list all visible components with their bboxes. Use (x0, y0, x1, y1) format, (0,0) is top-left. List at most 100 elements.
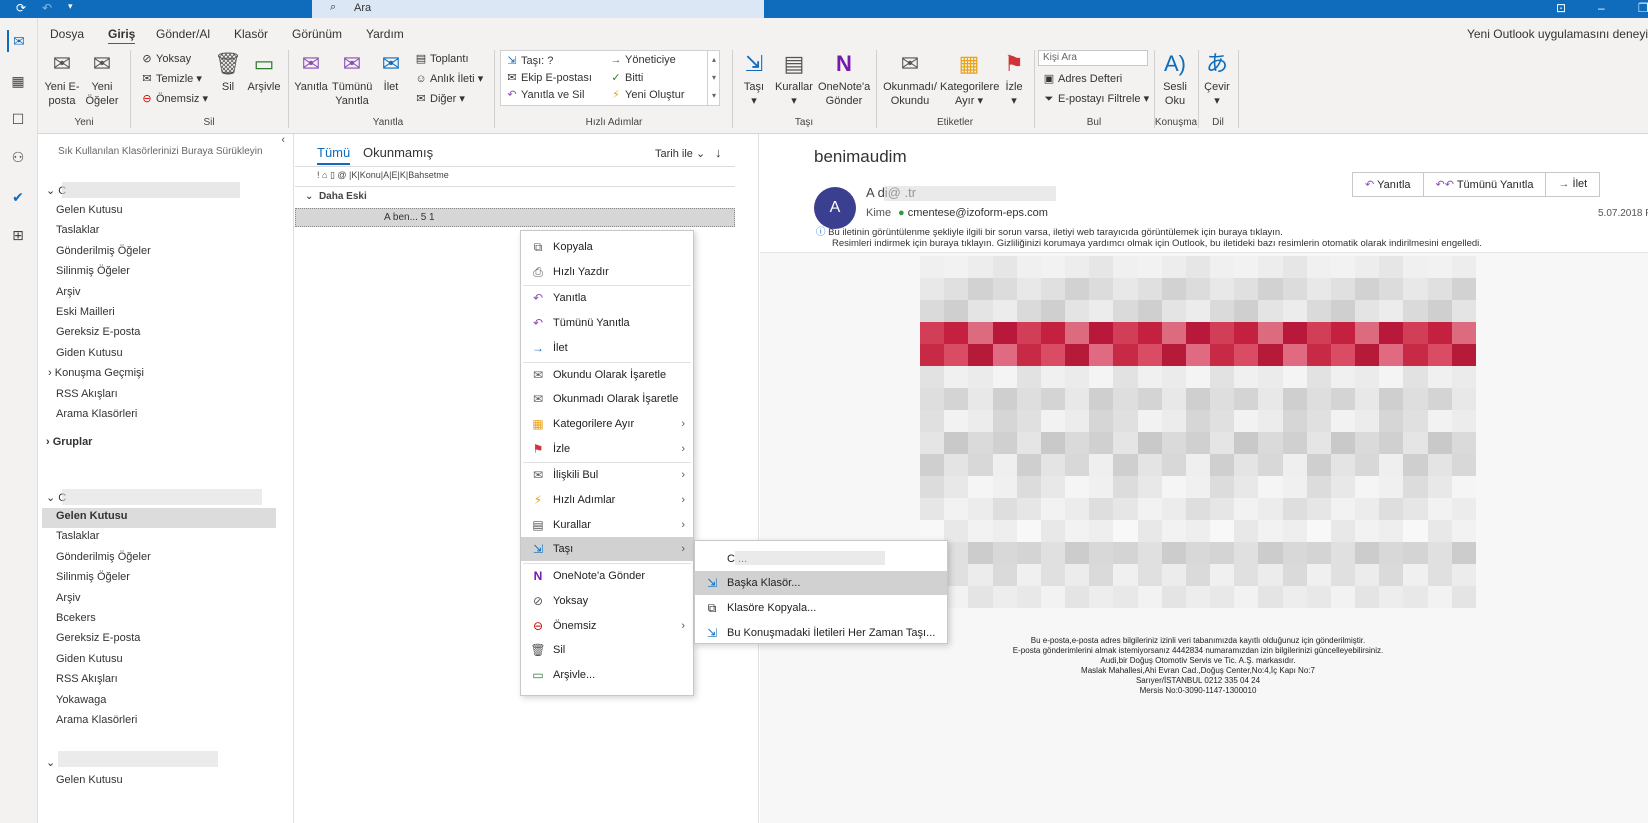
menu-item-quick-steps[interactable]: ⚡ Hızlı Adımlar › (521, 488, 693, 512)
move-button[interactable]: ⇲ Taşı ▾ (738, 50, 770, 108)
sync-icon[interactable]: ⟳ (16, 1, 26, 15)
reply-all-button[interactable]: ✉ Tümünü Yanıtla (332, 50, 372, 108)
tab-help[interactable]: Yardım (366, 27, 404, 41)
folder-account1-0[interactable]: Gelen Kutusu (56, 204, 123, 216)
folder-account2-0[interactable]: Gelen Kutusu (56, 510, 128, 522)
menu-item-move[interactable]: ⇲ Taşı › (521, 537, 693, 562)
folder-account2-8[interactable]: RSS Akışları (56, 673, 118, 685)
tab-folder[interactable]: Klasör (234, 27, 268, 41)
tab-view[interactable]: Görünüm (292, 27, 342, 41)
mail-icon[interactable]: ✉ (7, 30, 29, 52)
translate-button[interactable]: あ Çevir ▾ (1202, 50, 1232, 108)
filter-all-tab[interactable]: Tümü (317, 145, 351, 165)
column-a[interactable]: A (383, 170, 389, 180)
column-k[interactable]: K (351, 170, 357, 180)
folder-account2-9[interactable]: Yokawaga (56, 694, 106, 706)
menu-item-categorize[interactable]: ▦ Kategorilere Ayır › (521, 412, 693, 436)
reply-button[interactable]: ✉ Yanıtla (294, 50, 328, 94)
sort-dropdown[interactable]: Tarih ile ⌄ (655, 147, 705, 160)
quick-steps-scroll[interactable]: ▴ ▾ ▾ (707, 51, 720, 105)
restore-icon[interactable]: ❐ (1638, 1, 1648, 15)
account-3[interactable]: ⌄ (46, 756, 55, 769)
column-e[interactable]: E (391, 170, 397, 180)
unread-read-button[interactable]: ✉ Okunmadı/ Okundu (882, 50, 938, 108)
filter-unread-tab[interactable]: Okunmamış (363, 145, 433, 160)
address-book-button[interactable]: ▣ Adres Defteri (1042, 72, 1122, 85)
customize-toolbar-icon[interactable]: ▾ (68, 1, 73, 12)
submenu-copy-to-folder[interactable]: ⧉ Klasöre Kopyala... (695, 596, 947, 620)
menu-item-archive[interactable]: ▭ Arşivle... (521, 663, 693, 687)
undo-icon[interactable]: ↶ (42, 1, 52, 15)
folder-account1-4[interactable]: Arşiv (56, 286, 80, 298)
folder-account2-10[interactable]: Arama Klasörleri (56, 714, 137, 726)
more-respond-button[interactable]: ✉ Diğer ▾ (414, 92, 464, 105)
sort-direction-icon[interactable]: ↓ (715, 145, 722, 160)
folder-account2-5[interactable]: Bcekers (56, 612, 96, 624)
calendar-icon[interactable]: ▦ (7, 70, 29, 92)
folder-account2-7[interactable]: Giden Kutusu (56, 653, 123, 665)
read-aloud-button[interactable]: A) Sesli Oku (1158, 50, 1192, 108)
new-items-button[interactable]: ✉ Yeni Öğeler (82, 50, 122, 108)
menu-item-follow-up[interactable]: ⚑ İzle › (521, 437, 693, 461)
folder-account2-1[interactable]: Taslaklar (56, 530, 99, 542)
submenu-other-folder[interactable]: ⇲ Başka Klasör... (695, 571, 947, 595)
delete-button[interactable]: 🗑 Sil (214, 50, 242, 94)
menu-item-mark-read[interactable]: ✉ Okundu Olarak İşaretle (521, 363, 693, 387)
new-email-button[interactable]: ✉ Yeni E- posta (44, 50, 80, 108)
menu-item-quick-print[interactable]: ⎙ Hızlı Yazdır (521, 260, 693, 284)
importance-column[interactable]: ! ⌂ ▯ @ (317, 170, 349, 180)
people-search-input[interactable]: Kişi Ara (1038, 50, 1148, 66)
send-to-onenote-button[interactable]: N OneNote'a Gönder (818, 50, 870, 108)
quick-step-team-email[interactable]: ✉ Ekip E-postası (505, 71, 592, 84)
quick-step-done[interactable]: ✓ Bitti (609, 71, 643, 84)
folder-account2-6[interactable]: Gereksiz E-posta (56, 632, 140, 644)
folder-account1-10[interactable]: Arama Klasörleri (56, 408, 137, 420)
folder-account1-3[interactable]: Silinmiş Öğeler (56, 265, 130, 277)
menu-item-reply-all[interactable]: ↶ Tümünü Yanıtla (521, 311, 693, 335)
menu-item-ignore[interactable]: ⊘ Yoksay (521, 589, 693, 613)
meeting-button[interactable]: ▤ Toplantı (414, 52, 469, 65)
tasks-icon[interactable]: ☐ (7, 108, 29, 130)
rules-button[interactable]: ▤ Kurallar ▾ (774, 50, 814, 108)
menu-item-forward[interactable]: → İlet (521, 336, 693, 360)
folder-account1-9[interactable]: RSS Akışları (56, 388, 118, 400)
message-row-selected[interactable]: A ben... 5 1 (295, 208, 735, 227)
todo-icon[interactable]: ✔ (7, 186, 29, 208)
quick-step-manager[interactable]: → Yöneticiye (609, 54, 676, 66)
menu-item-mark-unread[interactable]: ✉ Okunmadı Olarak İşaretle (521, 387, 693, 411)
quick-step-reply-delete[interactable]: ↶ Yanıtla ve Sil (505, 88, 584, 101)
reading-reply-button[interactable]: ↶ Yanıtla (1353, 173, 1424, 196)
forward-button[interactable]: ✉ İlet (376, 50, 406, 94)
to-recipient[interactable]: ● cmentese@izoform-eps.com (898, 207, 1048, 219)
folder-account1-7[interactable]: Giden Kutusu (56, 347, 123, 359)
reading-forward-button[interactable]: → İlet (1546, 173, 1599, 196)
follow-up-button[interactable]: ⚑ İzle ▾ (1000, 50, 1028, 108)
collapse-pane-icon[interactable]: ‹ (281, 134, 285, 146)
categorize-button[interactable]: ▦ Kategorilere Ayır ▾ (940, 50, 999, 108)
folder-account1-1[interactable]: Taslaklar (56, 224, 99, 236)
quick-step-create-new[interactable]: ⚡ Yeni Oluştur (609, 88, 684, 101)
tab-send-receive[interactable]: Gönder/Al (156, 27, 210, 41)
people-icon[interactable]: ⚇ (7, 146, 29, 168)
quick-step-move[interactable]: ⇲ Taşı: ? (505, 54, 553, 67)
archive-button[interactable]: ▭ Arşivle (246, 50, 282, 94)
minimize-icon[interactable]: – (1598, 1, 1605, 15)
try-new-outlook-toggle[interactable]: Yeni Outlook uygulamasını deneyi (1467, 27, 1648, 41)
blocked-email-image[interactable] (920, 256, 1476, 616)
folder-account1-2[interactable]: Gönderilmiş Öğeler (56, 245, 151, 257)
info-bar[interactable]: ⓘ Bu iletinin görüntülenme şekliyle ilgi… (816, 224, 1482, 249)
folder-account3-inbox[interactable]: Gelen Kutusu (56, 774, 123, 786)
submenu-always-move[interactable]: ⇲ Bu Konuşmadaki İletileri Her Zaman Taşı… (695, 621, 947, 645)
folder-account2-2[interactable]: Gönderilmiş Öğeler (56, 551, 151, 563)
menu-item-rules[interactable]: ▤ Kurallar › (521, 513, 693, 537)
column-k2[interactable]: K (400, 170, 406, 180)
menu-item-copy[interactable]: ⧉ Kopyala (521, 235, 693, 259)
expand-chevron-icon[interactable]: › (48, 367, 55, 379)
menu-item-junk[interactable]: ⊖ Önemsiz › (521, 614, 693, 638)
reading-reply-all-button[interactable]: ↶↶ Tümünü Yanıtla (1424, 173, 1547, 196)
ignore-button[interactable]: ⊘ Yoksay (140, 52, 191, 65)
folder-account1-8[interactable]: › Konuşma Geçmişi (48, 367, 144, 379)
tab-file[interactable]: Dosya (50, 27, 84, 41)
tab-home[interactable]: Giriş (108, 27, 136, 45)
folder-account2-3[interactable]: Silinmiş Öğeler (56, 571, 130, 583)
